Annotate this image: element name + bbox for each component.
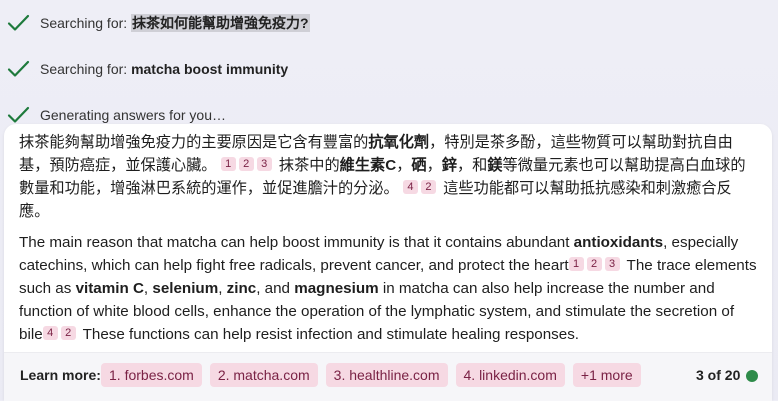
citation-2[interactable]: 2 bbox=[238, 157, 254, 171]
answer-paragraph-zh: 抹茶能夠幫助增強免疫力的主要原因是它含有豐富的抗氧化劑，特別是茶多酚，這些物質可… bbox=[19, 131, 759, 223]
search-query: 抹茶如何能幫助增強免疫力? bbox=[131, 14, 310, 32]
citation-4[interactable]: 4 bbox=[42, 326, 58, 340]
answer-text: ，和 bbox=[456, 157, 488, 174]
citation-2[interactable]: 2 bbox=[420, 180, 436, 194]
answer-bold: 鋅 bbox=[441, 157, 457, 174]
answer-text: 抹茶中的 bbox=[278, 157, 340, 174]
source-link-matcha[interactable]: 2. matcha.com bbox=[209, 363, 318, 387]
source-link-forbes[interactable]: 1. forbes.com bbox=[101, 363, 202, 387]
answer-bold: antioxidants bbox=[573, 234, 664, 251]
status-text: Searching for: matcha boost immunity bbox=[40, 61, 288, 77]
answer-bold: vitamin C bbox=[75, 280, 144, 297]
answer-bold: zinc bbox=[226, 280, 257, 297]
citation-2[interactable]: 2 bbox=[586, 257, 602, 271]
generating-text: Generating answers for you… bbox=[40, 107, 226, 123]
answer-paragraph-en: The main reason that matcha can help boo… bbox=[19, 231, 759, 346]
answer-bold: magnesium bbox=[294, 280, 379, 297]
citation-3[interactable]: 3 bbox=[256, 157, 272, 171]
more-sources-button[interactable]: +1 more bbox=[572, 363, 641, 387]
answer-text: The main reason that matcha can help boo… bbox=[19, 234, 574, 251]
status-row-query2: Searching for: matcha boost immunity bbox=[6, 46, 766, 92]
check-icon bbox=[7, 60, 30, 77]
citation-3[interactable]: 3 bbox=[604, 257, 620, 271]
answer-bold: 抗氧化劑 bbox=[368, 134, 430, 151]
answer-text: , bbox=[218, 280, 227, 297]
response-counter: 3 of 20 bbox=[696, 367, 741, 383]
search-status-list: Searching for: 抹茶如何能幫助增強免疫力? Searching f… bbox=[6, 0, 766, 138]
search-query: matcha boost immunity bbox=[131, 61, 289, 77]
answer-text: ， bbox=[426, 157, 442, 174]
status-row-query1: Searching for: 抹茶如何能幫助增強免疫力? bbox=[6, 0, 766, 46]
answer-bold: 維生素C bbox=[339, 157, 397, 174]
status-text: Searching for: 抹茶如何能幫助增強免疫力? bbox=[40, 13, 310, 33]
citation-2[interactable]: 2 bbox=[60, 326, 76, 340]
citation-4[interactable]: 4 bbox=[402, 180, 418, 194]
learn-more-label: Learn more: bbox=[20, 367, 101, 383]
answer-text: ， bbox=[396, 157, 412, 174]
source-link-healthline[interactable]: 3. healthline.com bbox=[325, 363, 448, 387]
learn-more-bar: Learn more: 1. forbes.com 2. matcha.com … bbox=[4, 352, 772, 401]
citation-1[interactable]: 1 bbox=[220, 157, 236, 171]
answer-bold: 硒 bbox=[411, 157, 427, 174]
check-icon bbox=[7, 14, 30, 31]
answer-text: , and bbox=[256, 280, 295, 297]
source-link-linkedin[interactable]: 4. linkedin.com bbox=[455, 363, 565, 387]
answer-bold: selenium bbox=[152, 280, 219, 297]
status-dot-icon bbox=[746, 370, 758, 382]
searching-label: Searching for: bbox=[40, 61, 128, 77]
searching-label: Searching for: bbox=[40, 15, 128, 31]
answer-card: 抹茶能夠幫助增強免疫力的主要原因是它含有豐富的抗氧化劑，特別是茶多酚，這些物質可… bbox=[4, 124, 772, 401]
answer-text: 抹茶能夠幫助增強免疫力的主要原因是它含有豐富的 bbox=[19, 134, 369, 151]
answer-bold: 鎂 bbox=[487, 157, 503, 174]
answer-text: These functions can help resist infectio… bbox=[78, 326, 580, 343]
source-links: 1. forbes.com 2. matcha.com 3. healthlin… bbox=[101, 363, 649, 387]
citation-1[interactable]: 1 bbox=[568, 257, 584, 271]
